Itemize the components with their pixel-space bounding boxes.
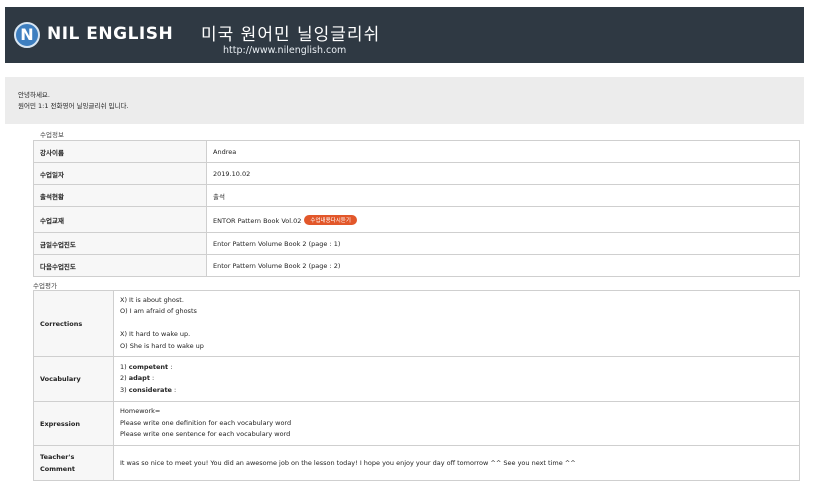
next-progress-value: Entor Pattern Volume Book 2 (page : 2) (206, 254, 800, 277)
attendance-label: 출석현황 (33, 184, 207, 207)
corrections-line: X) It hard to wake up. (120, 330, 191, 339)
vocab-word: adapt (128, 374, 150, 383)
expression-line: Homework= (120, 407, 161, 416)
corrections-line: X) It is about ghost. (120, 295, 184, 304)
corrections-line: O) I am afraid of ghosts (120, 307, 197, 316)
evaluation-table: Corrections X) It is about ghost. O) I a… (33, 290, 800, 481)
table-row: Teacher's Comment It was so nice to meet… (33, 445, 800, 481)
site-url[interactable]: http://www.nilenglish.com (223, 45, 346, 56)
vocab-number: 3) (120, 385, 127, 394)
table-row: 강사이름 Andrea (33, 140, 800, 163)
logo-letter: N (20, 25, 34, 44)
greeting-box: 안녕하세요. 원어민 1:1 전화영어 닐잉글리쉬 입니다. (5, 77, 804, 124)
brand-tagline: 미국 원어민 닐잉글리쉬 (201, 25, 381, 45)
logo-icon[interactable]: N (14, 22, 40, 48)
teacher-name-label: 강사이름 (33, 140, 207, 163)
vocabulary-item: 1) competent : (120, 362, 793, 374)
corrections-value: X) It is about ghost. O) I am afraid of … (113, 290, 800, 357)
attendance-value: 출석 (206, 184, 800, 207)
site-header: N NIL ENGLISH 미국 원어민 닐잉글리쉬 http://www.ni… (5, 7, 804, 63)
table-row: 다음수업진도 Entor Pattern Volume Book 2 (page… (33, 254, 800, 277)
expression-value: Homework= Please write one definition fo… (113, 401, 800, 446)
teacher-comment-value: It was so nice to meet you! You did an a… (113, 445, 800, 481)
vocabulary-item: 3) considerate : (120, 385, 793, 397)
table-row: Vocabulary 1) competent : 2) adapt : 3) … (33, 356, 800, 402)
today-progress-value: Entor Pattern Volume Book 2 (page : 1) (206, 232, 800, 255)
vocab-suffix: : (168, 362, 173, 371)
textbook-label: 수업교재 (33, 206, 207, 233)
teacher-name-value: Andrea (206, 140, 800, 163)
today-progress-label: 금일수업진도 (33, 232, 207, 255)
comment-label-line-2: Comment (40, 465, 75, 473)
greeting-line-1: 안녕하세요. (18, 91, 50, 99)
lesson-date-label: 수업일자 (33, 162, 207, 185)
replay-lesson-button[interactable]: 수업내용다시듣기 (304, 214, 357, 225)
expression-label: Expression (33, 401, 114, 446)
vocabulary-label: Vocabulary (33, 356, 114, 402)
lesson-date-value: 2019.10.02 (206, 162, 800, 185)
table-row: 출석현황 출석 (33, 184, 800, 207)
textbook-cell: ENTOR Pattern Book Vol.02 수업내용다시듣기 (206, 206, 800, 233)
teacher-comment-label: Teacher's Comment (33, 445, 114, 481)
greeting-line-2: 원어민 1:1 전화영어 닐잉글리쉬 입니다. (18, 102, 129, 110)
table-row: 수업교재 ENTOR Pattern Book Vol.02 수업내용다시듣기 (33, 206, 800, 233)
evaluation-label: 수업평가 (33, 282, 57, 290)
corrections-line (120, 318, 793, 330)
table-row: Corrections X) It is about ghost. O) I a… (33, 290, 800, 357)
brand-name[interactable]: NIL ENGLISH (47, 24, 173, 44)
vocab-number: 2) (120, 374, 127, 383)
vocab-word: considerate (128, 385, 172, 394)
lesson-info-label: 수업정보 (40, 131, 64, 139)
lesson-info-table: 강사이름 Andrea 수업일자 2019.10.02 출석현황 출석 수업교재… (33, 140, 800, 277)
vocab-suffix: : (149, 374, 155, 383)
vocabulary-value: 1) competent : 2) adapt : 3) considerate… (113, 356, 800, 402)
corrections-line: O) She is hard to wake up (120, 341, 204, 350)
table-row: 수업일자 2019.10.02 (33, 162, 800, 185)
corrections-label: Corrections (33, 290, 114, 357)
expression-line: Please write one sentence for each vocab… (120, 430, 291, 439)
vocab-suffix: : (171, 385, 177, 394)
table-row: Expression Homework= Please write one de… (33, 401, 800, 446)
comment-label-line-1: Teacher's (40, 453, 75, 461)
expression-line: Please write one definition for each voc… (120, 418, 292, 427)
table-row: 금일수업진도 Entor Pattern Volume Book 2 (page… (33, 232, 800, 255)
vocab-number: 1) (120, 362, 127, 371)
textbook-value: ENTOR Pattern Book Vol.02 (213, 216, 302, 225)
vocabulary-item: 2) adapt : (120, 373, 793, 385)
next-progress-label: 다음수업진도 (33, 254, 207, 277)
vocab-word: competent (128, 362, 169, 371)
